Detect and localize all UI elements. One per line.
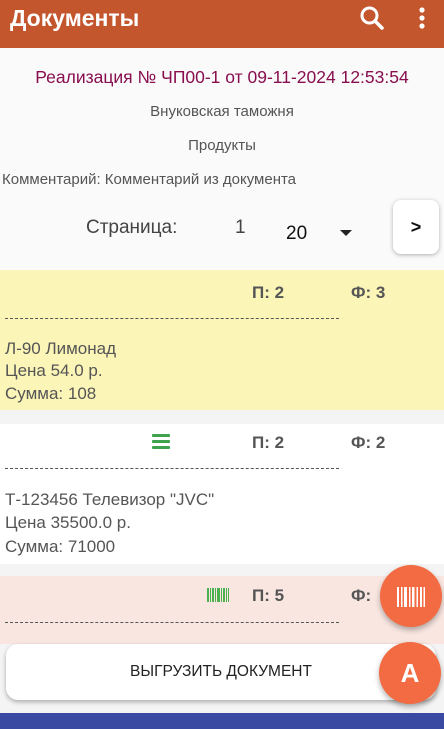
list-item[interactable]: П: 5 Ф: <box>0 576 444 644</box>
document-warehouse: Внуковская таможня <box>150 103 294 120</box>
document-header: Реализация № ЧП00-1 от 09-11-2024 12:53:… <box>0 48 444 270</box>
divider <box>5 468 339 469</box>
item-price: Цена 54.0 р. <box>5 361 103 380</box>
item-name: Л-90 Лимонад <box>5 339 117 358</box>
dropdown-arrow-icon <box>340 230 352 236</box>
scan-barcode-button[interactable] <box>380 565 442 627</box>
item-sum: Сумма: 71000 <box>5 537 116 556</box>
barcode-scan-icon <box>397 586 425 607</box>
pager-current-page: 1 <box>235 217 246 238</box>
page-size-select[interactable]: 20 <box>280 218 360 250</box>
pager-label: Страница: <box>86 217 178 238</box>
fab-a-button[interactable]: A <box>379 642 441 704</box>
document-title: Реализация № ЧП00-1 от 09-11-2024 12:53:… <box>35 67 409 87</box>
system-nav-bar <box>0 713 444 729</box>
fact-quantity: Ф: 3 <box>351 283 386 302</box>
more-vert-icon[interactable] <box>412 4 432 32</box>
next-page-button[interactable]: > <box>393 200 439 254</box>
app-bar: Документы <box>0 0 444 48</box>
item-name: Т-123456 Телевизор "JVC" <box>5 490 215 509</box>
plan-quantity: П: 5 <box>252 586 285 605</box>
item-sum: Сумма: 108 <box>5 384 97 403</box>
page-title: Документы <box>10 5 140 31</box>
divider <box>5 622 339 623</box>
list-lines-icon <box>152 434 170 450</box>
plan-quantity: П: 2 <box>252 433 285 452</box>
divider <box>5 318 339 319</box>
upload-document-button[interactable]: ВЫГРУЗИТЬ ДОКУМЕНТ <box>6 644 436 700</box>
page-size-value: 20 <box>286 223 308 244</box>
document-comment: Комментарий: Комментарий из документа <box>2 171 297 188</box>
item-price: Цена 35500.0 р. <box>5 513 131 532</box>
list-item[interactable]: П: 2 Ф: 2 Т-123456 Телевизор "JVC" Цена … <box>0 424 444 564</box>
fact-quantity: Ф: 2 <box>351 433 386 452</box>
fact-quantity: Ф: <box>351 586 372 605</box>
barcode-icon <box>207 588 229 602</box>
document-type: Продукты <box>188 137 256 154</box>
plan-quantity: П: 2 <box>252 283 285 302</box>
list-item[interactable]: П: 2 Ф: 3 Л-90 Лимонад Цена 54.0 р. Сумм… <box>0 270 444 410</box>
search-icon[interactable] <box>358 4 386 32</box>
